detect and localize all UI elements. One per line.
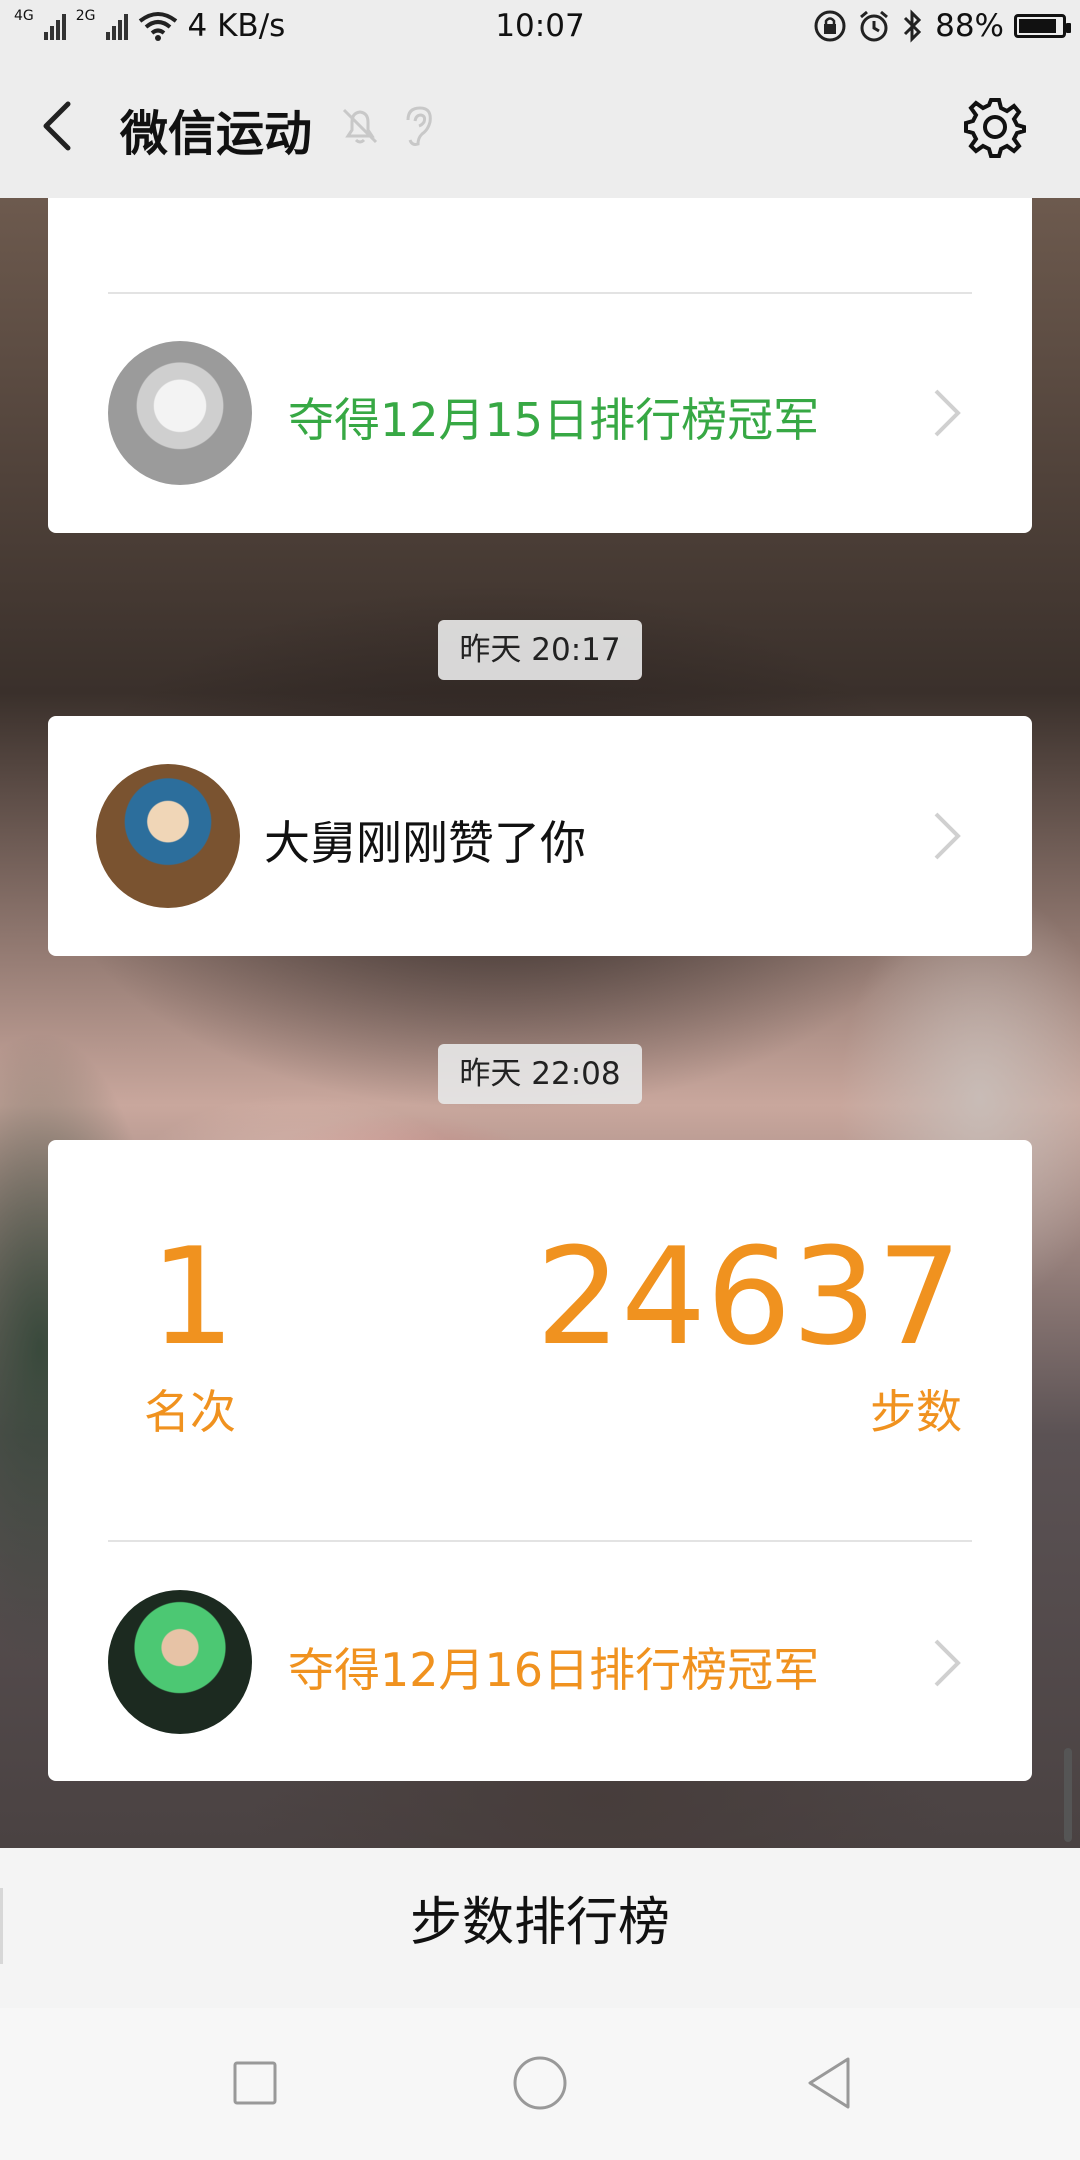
battery-fill [1019, 19, 1056, 33]
like-notification-card[interactable]: 大舅刚刚赞了你 [48, 716, 1032, 956]
alarm-icon [860, 10, 889, 42]
mute-bell-icon [342, 108, 378, 144]
girl-avatar[interactable] [108, 1590, 252, 1734]
status-right: 88% [813, 8, 1071, 44]
champion-card-dec15[interactable]: 夺得12月15日排行榜冠军 [48, 198, 1032, 533]
earpiece-icon [406, 106, 432, 146]
home-circle-icon[interactable] [510, 2053, 570, 2113]
timestamp-badge: 昨天 20:17 [438, 620, 642, 680]
like-text: 大舅刚刚赞了你 [264, 816, 586, 870]
chevron-right-icon [934, 389, 961, 437]
steps-label: 步数 [870, 1385, 962, 1439]
rotation-lock-icon [814, 10, 846, 42]
chevron-right-icon [934, 812, 961, 860]
rank-number: 1 [150, 1219, 236, 1375]
title-bar: 微信运动 [0, 56, 1080, 198]
monk-avatar[interactable] [96, 764, 240, 908]
card-divider [108, 1540, 972, 1542]
rank-label: 名次 [144, 1385, 236, 1439]
system-nav-bar [0, 2008, 1080, 2160]
samoyed-avatar[interactable] [108, 341, 252, 485]
page-title: 微信运动 [120, 106, 313, 162]
champion-text: 夺得12月15日排行榜冠军 [288, 393, 820, 447]
steps-number: 24637 [535, 1219, 962, 1375]
wechat-sport-screen: 4G 2G 4 KB/s 10:07 88% 微信运动 夺得12月15日排行榜冠… [0, 0, 1080, 2160]
back-triangle-icon[interactable] [800, 2053, 860, 2113]
settings-gear-icon[interactable] [962, 94, 1028, 160]
rank-steps-card[interactable]: 1 名次 24637 步数 夺得12月16日排行榜冠军 [48, 1140, 1032, 1781]
bottom-panel: 步数排行榜 [0, 1848, 1080, 2160]
champion-text: 夺得12月16日排行榜冠军 [288, 1643, 820, 1697]
step-ranking-tab[interactable]: 步数排行榜 [0, 1848, 1080, 1998]
battery-percent: 88% [935, 8, 1004, 44]
recent-apps-square-icon[interactable] [225, 2053, 285, 2113]
battery-icon [1014, 14, 1071, 38]
scrollbar[interactable] [1064, 1748, 1072, 1842]
back-arrow-icon[interactable] [30, 96, 90, 156]
bluetooth-icon [904, 9, 922, 43]
status-bar: 4G 2G 4 KB/s 10:07 88% [0, 0, 1080, 56]
card-divider [108, 292, 972, 294]
chevron-right-icon [934, 1639, 961, 1687]
timestamp-badge: 昨天 22:08 [438, 1044, 642, 1104]
